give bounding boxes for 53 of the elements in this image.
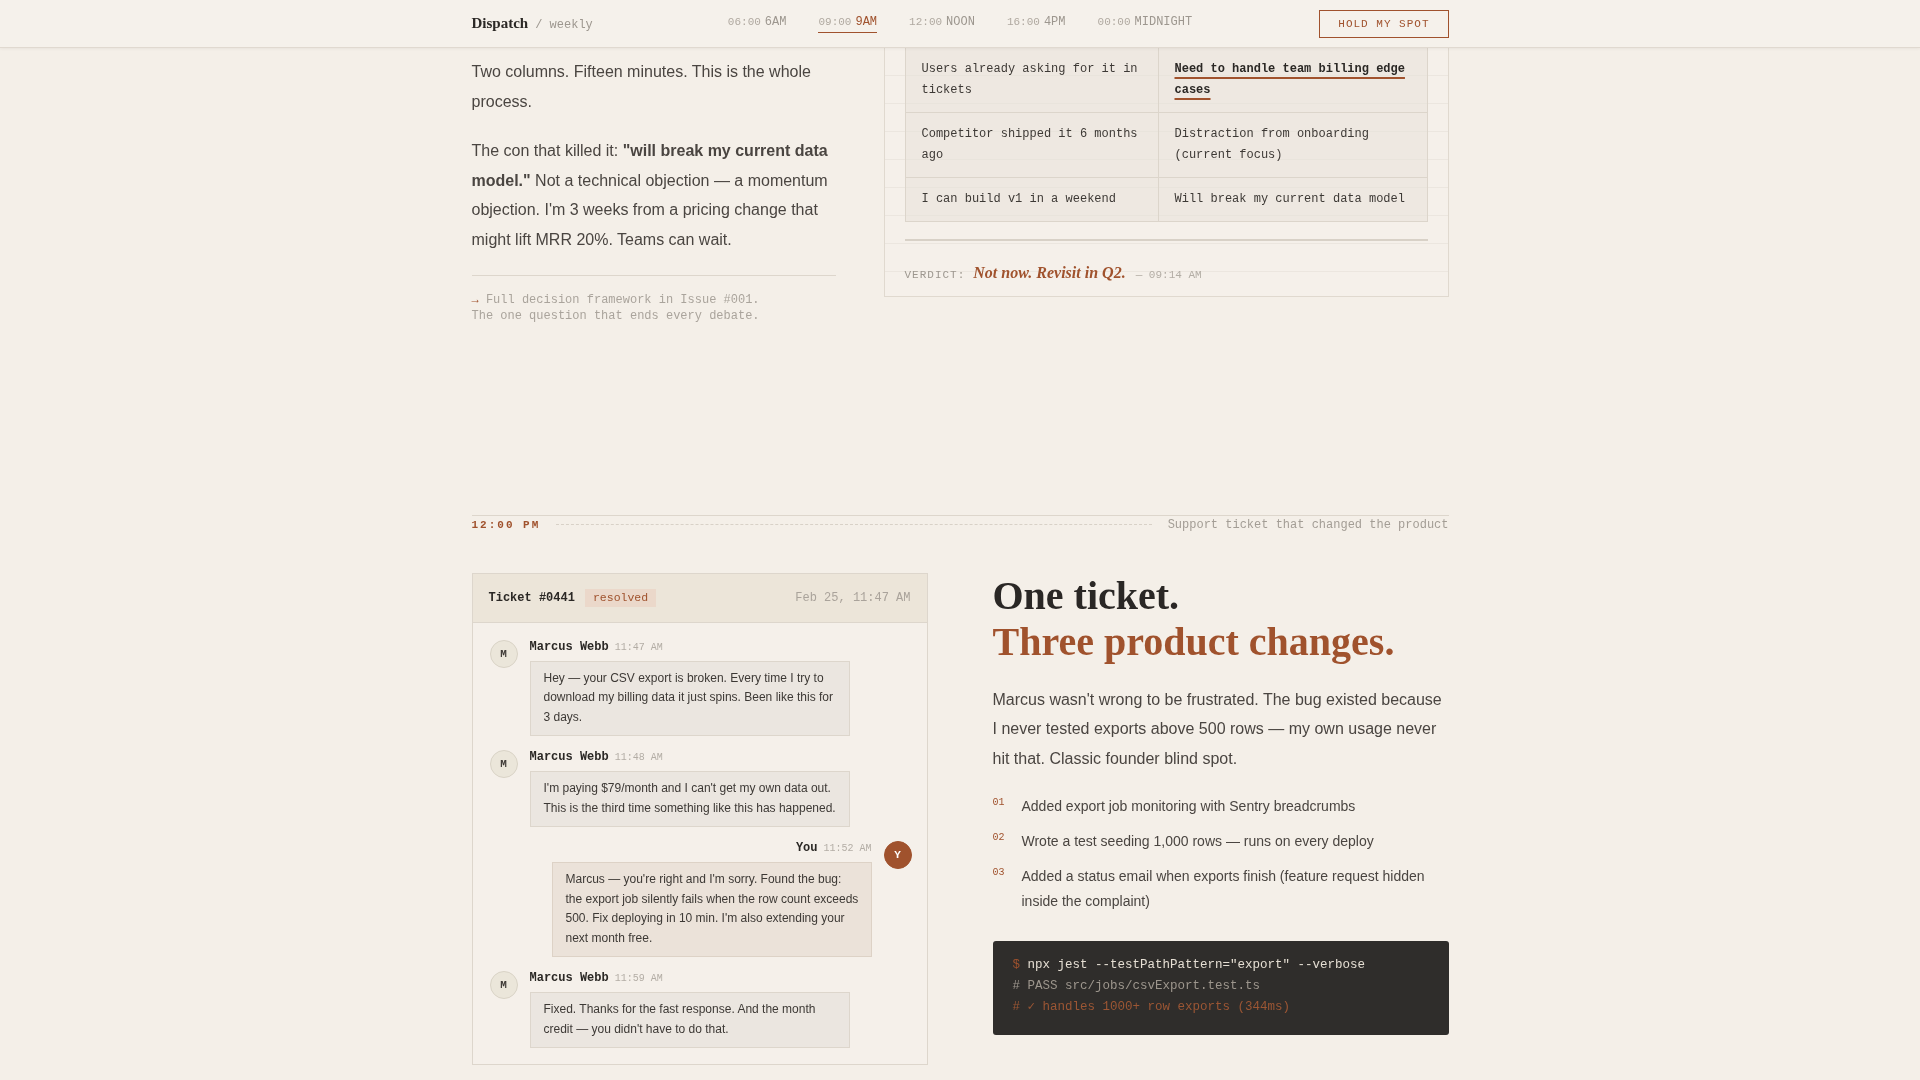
ticket-date: Feb 25, 11:47 AM [795,590,911,605]
verdict-text: Not now. Revisit in Q2. [973,263,1126,283]
headline-accent: Three product changes. [992,618,1396,665]
body-paragraph: The con that killed it: "will break my current data model." Not a technical objection — a momentum objection. I'm 3 weeks from a pricing change that might lift MRR 20%. Teams can wait. [471,141,829,250]
footnote-text: → Full decision framework in Issue #001. The one question that ends every debate. [471,291,761,324]
change-number: 03 [992,866,1006,881]
message-bubble: Fixed. Thanks for the fast response. And the month credit — you didn't have to do that. [529,992,850,1049]
hold-spot-button[interactable]: HOLD MY SPOT [1319,9,1449,38]
message-time: 11:52 AM [823,842,872,857]
headline: One ticket. [992,572,1181,619]
message-bubble: Marcus — you're right and I'm sorry. Found the bug: the export job silently fails when the row count exceeds 500. Fix deploying in 10 min. I'm also extending your next month free. [551,862,872,958]
nav-link[interactable]: 12:00 NOON [909,15,975,33]
message-author: You [795,841,818,856]
table-cell: Need to handle team billing edge cases [1158,48,1427,113]
body-paragraph: Marcus wasn't wrong to be frustrated. The bug existed because I never tested exports above 500 rows — my own usage never hit that. Classic founder blind spot. [992,689,1443,769]
section-time: 12:00 PM [471,517,541,532]
table-cell: Competitor shipped it 6 months ago [905,113,1159,178]
nav-link[interactable]: 09:00 9AM [818,15,878,33]
avatar: M [489,750,518,779]
change-text: Wrote a test seeding 1,000 rows — runs on every deploy [1021,832,1374,852]
nav-link[interactable]: 00:00 MIDNIGHT [1097,15,1193,33]
terminal-line: $ npx jest --testPathPattern="export" --verbose [1012,957,1367,975]
table-cell: Users already asking for it in tickets [905,48,1159,113]
nav-link[interactable]: 16:00 4PM [1006,15,1066,33]
avatar: M [489,971,518,1000]
change-number: 01 [992,796,1006,811]
message-time: 11:48 AM [614,751,663,766]
verdict-time: — 09:14 AM [1135,268,1202,283]
ticket-title: Ticket #0441 [488,590,575,605]
edition-label: / weekly [535,18,593,32]
message-bubble: I'm paying $79/month and I can't get my own data out. This is the third time something like this has happened. [529,771,850,828]
section-caption: Support ticket that changed the product [1167,517,1449,532]
message-time: 11:47 AM [614,640,663,655]
table-cell-text: Will break my current data model [1173,191,1406,208]
terminal-line: # ✓ handles 1000+ row exports (344ms) [1012,999,1292,1017]
logo[interactable]: Dispatch [471,15,529,32]
avatar: Y [883,841,912,870]
table-cell: Distraction from onboarding (current focus) [1158,113,1427,178]
message-author: Marcus Webb [529,971,609,986]
verdict-label: VERDICT: [904,268,966,283]
status-badge: resolved [584,588,657,607]
change-number: 02 [992,831,1006,846]
avatar: M [489,639,518,668]
nav-link[interactable]: 06:00 6AM [727,15,787,33]
message-time: 11:59 AM [614,972,663,987]
change-text: Added a status email when exports finish (feature request hidden inside the complaint) [1021,867,1426,911]
table-cell: I can build v1 in a weekend [905,178,1159,221]
message-author: Marcus Webb [529,750,609,765]
body-paragraph: Two columns. Fifteen minutes. This is the whole process. [471,62,812,112]
message-bubble: Hey — your CSV export is broken. Every time I try to download my billing data it just spins. Been like this for 3 days. [529,660,850,737]
change-text: Added export job monitoring with Sentry breadcrumbs [1021,797,1356,817]
message-author: Marcus Webb [529,639,609,654]
terminal-line: # PASS src/jobs/csvExport.test.ts [1012,978,1262,996]
